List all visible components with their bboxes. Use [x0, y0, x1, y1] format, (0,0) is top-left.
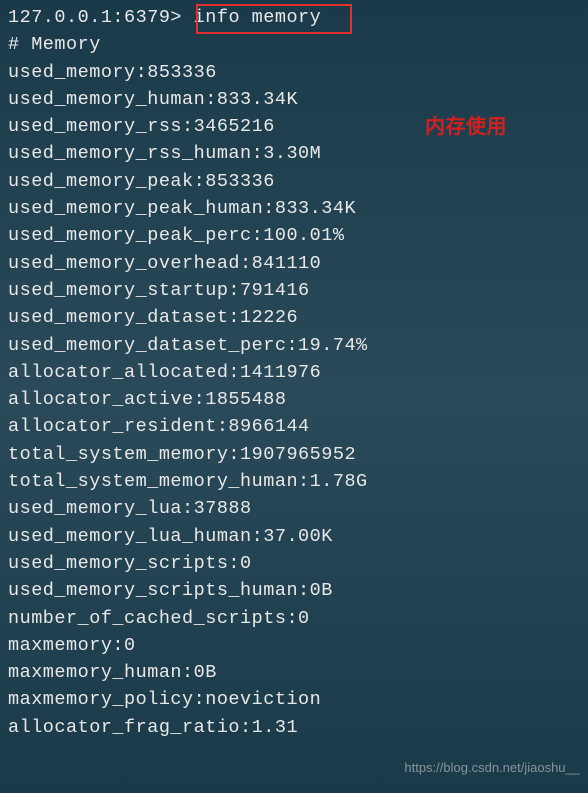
output-line: used_memory_lua_human:37.00K	[8, 523, 580, 550]
output-line: used_memory_lua:37888	[8, 495, 580, 522]
output-lines-container: used_memory:853336used_memory_human:833.…	[8, 59, 580, 741]
output-line: used_memory_rss_human:3.30M	[8, 140, 580, 167]
output-line: used_memory_dataset_perc:19.74%	[8, 332, 580, 359]
memory-usage-label: 内存使用	[425, 110, 507, 139]
output-line: allocator_frag_ratio:1.31	[8, 714, 580, 741]
output-line: used_memory_scripts:0	[8, 550, 580, 577]
output-line: total_system_memory_human:1.78G	[8, 468, 580, 495]
output-line: allocator_allocated:1411976	[8, 359, 580, 386]
output-line: maxmemory_human:0B	[8, 659, 580, 686]
output-line: used_memory_peak:853336	[8, 168, 580, 195]
output-line: number_of_cached_scripts:0	[8, 605, 580, 632]
output-line: maxmemory:0	[8, 632, 580, 659]
output-line: used_memory_dataset:12226	[8, 304, 580, 331]
output-line: used_memory:853336	[8, 59, 580, 86]
output-line: allocator_resident:8966144	[8, 413, 580, 440]
output-line: used_memory_peak_perc:100.01%	[8, 222, 580, 249]
watermark-text: https://blog.csdn.net/jiaoshu__	[404, 760, 580, 775]
output-line: used_memory_startup:791416	[8, 277, 580, 304]
output-line: allocator_active:1855488	[8, 386, 580, 413]
output-line: maxmemory_policy:noeviction	[8, 686, 580, 713]
section-header-line: # Memory	[8, 31, 580, 58]
output-line: total_system_memory:1907965952	[8, 441, 580, 468]
command-text: info memory	[194, 7, 322, 28]
prompt-text: 127.0.0.1:6379>	[8, 7, 194, 28]
output-line: used_memory_scripts_human:0B	[8, 577, 580, 604]
output-line: used_memory_peak_human:833.34K	[8, 195, 580, 222]
output-line: used_memory_overhead:841110	[8, 250, 580, 277]
prompt-line[interactable]: 127.0.0.1:6379> info memory	[8, 4, 580, 31]
